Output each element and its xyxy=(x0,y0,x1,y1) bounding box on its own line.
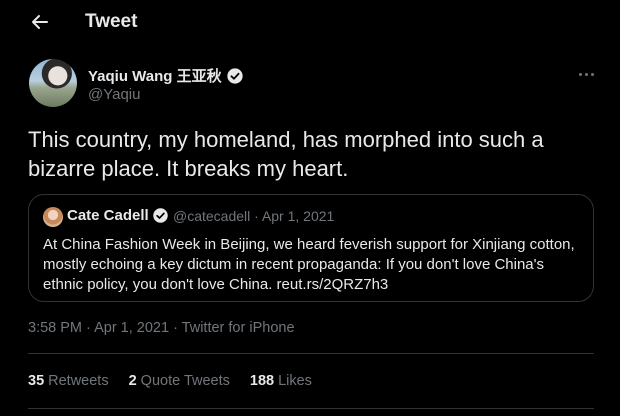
quotes-label: Quote Tweets xyxy=(140,373,230,389)
page-title: Tweet xyxy=(85,11,138,32)
divider xyxy=(28,353,594,354)
retweets-count: 35 xyxy=(28,373,45,389)
quoted-date: · Apr 1, 2021 xyxy=(254,208,335,224)
author-name[interactable]: Yaqiu Wang 王亚秋 xyxy=(88,65,222,86)
quoted-author-avatar xyxy=(43,207,63,227)
divider xyxy=(28,408,594,409)
author-avatar[interactable] xyxy=(29,59,77,107)
more-options-button[interactable] xyxy=(576,64,596,84)
likes-stat[interactable]: 188 Likes xyxy=(250,373,312,389)
author-handle[interactable]: @Yaqiu xyxy=(88,86,140,103)
tweet-text: This country, my homeland, has morphed i… xyxy=(28,127,544,181)
verified-badge-icon xyxy=(226,67,243,84)
verified-badge-icon xyxy=(152,208,168,223)
author-name-row[interactable]: Yaqiu Wang 王亚秋 xyxy=(88,65,244,86)
quote-tweets-stat[interactable]: 2 Quote Tweets xyxy=(129,373,230,389)
more-icon xyxy=(577,72,595,76)
quoted-author-handle: @catecadell xyxy=(173,208,251,224)
quoted-tweet[interactable]: Cate Cadell @catecadell · Apr 1, 2021 At… xyxy=(28,194,594,302)
back-arrow-icon xyxy=(32,15,48,29)
quoted-meta: @catecadell · Apr 1, 2021 xyxy=(173,208,334,224)
quoted-text: At China Fashion Week in Beijing, we hea… xyxy=(43,236,575,293)
engagement-stats: 35 Retweets 2 Quote Tweets 188 Likes xyxy=(28,373,312,389)
tweet-timestamp[interactable]: 3:58 PM · Apr 1, 2021 · Twitter for iPho… xyxy=(28,320,295,336)
quotes-count: 2 xyxy=(128,373,137,389)
quoted-author-name-row: Cate Cadell xyxy=(67,207,169,224)
likes-count: 188 xyxy=(249,373,275,389)
back-button[interactable] xyxy=(28,10,52,34)
quoted-author-name: Cate Cadell xyxy=(67,207,149,224)
likes-label: Likes xyxy=(278,373,312,389)
retweets-label: Retweets xyxy=(48,373,109,389)
retweets-stat[interactable]: 35 Retweets xyxy=(28,373,109,389)
top-bar: Tweet xyxy=(0,0,620,46)
